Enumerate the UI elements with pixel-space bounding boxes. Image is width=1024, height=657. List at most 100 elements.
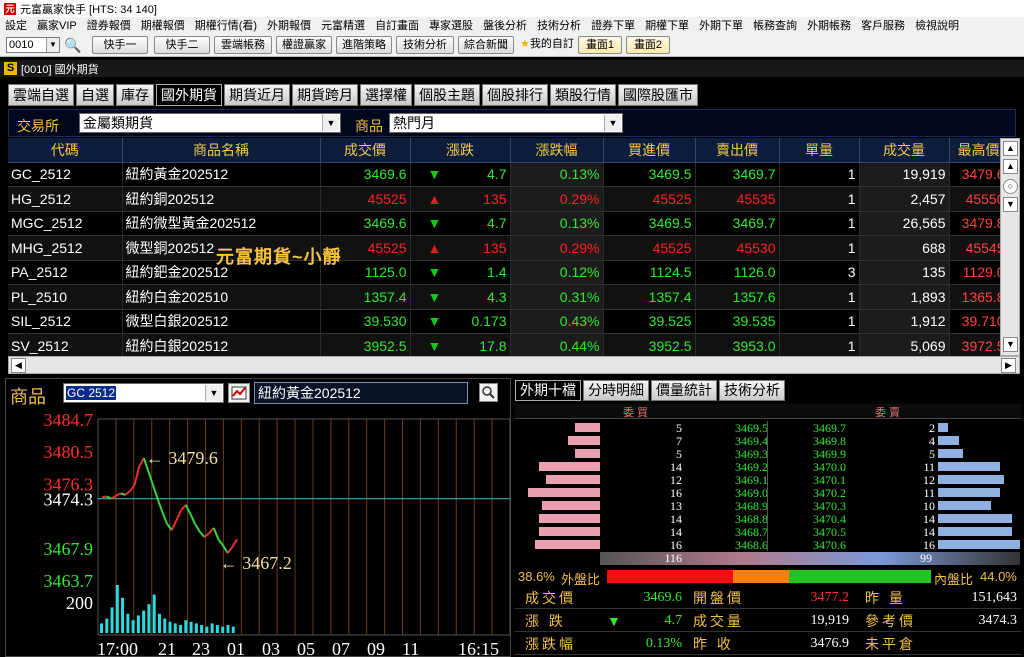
column-header[interactable]: 單量 [779, 138, 860, 163]
cell-change: ▼ 4.7 [410, 211, 511, 236]
tab[interactable]: 庫存 [116, 84, 154, 106]
tab[interactable]: 期貨近月 [224, 84, 290, 106]
bid-header: 委 買 [623, 407, 649, 419]
tab[interactable]: 國外期貨 [156, 84, 222, 106]
chevron-down-icon[interactable]: ▼ [205, 385, 222, 401]
cell-bid: 3952.5 [603, 333, 696, 359]
ask-depth-bar [938, 449, 963, 458]
price-segment [156, 499, 164, 513]
info-label: 漲跌幅 [525, 636, 576, 652]
bid-price[interactable]: 3468.6 [700, 538, 768, 553]
price-segment [101, 495, 107, 499]
tab[interactable]: 選擇權 [360, 84, 412, 106]
column-header[interactable]: 代碼 [8, 138, 123, 163]
volume-bar [231, 626, 235, 633]
column-header[interactable]: 賣出價 [695, 138, 780, 163]
toolbar-button[interactable]: 技術分析 [396, 36, 454, 54]
volume-bar [179, 625, 183, 633]
tab[interactable]: 期貨跨月 [292, 84, 358, 106]
screen-2-button[interactable]: 畫面2 [626, 36, 670, 54]
cell-pct: 0.13% [510, 162, 604, 187]
menu-item[interactable]: 期權下單 [640, 17, 694, 33]
menu-item[interactable]: 技術分析 [532, 17, 586, 33]
chevron-down-icon[interactable]: ▼ [46, 38, 59, 52]
x-tick-label: 09 [367, 639, 385, 657]
table-row[interactable]: GC_2512 紐約黃金202512 3469.6 ▼ 4.7 0.13% 3469.5 34… [8, 162, 1009, 187]
toolbar-button[interactable]: 快手一 [92, 36, 148, 54]
menu-item[interactable]: 設定 [0, 17, 32, 33]
scroll-down-icon[interactable]: ▼ [1003, 197, 1018, 212]
tab[interactable]: 自選 [76, 84, 114, 106]
menu-item[interactable]: 盤後分析 [478, 17, 532, 33]
menu-item[interactable]: 自訂畫面 [370, 17, 424, 33]
x-tick-label: 11 [402, 639, 419, 657]
menu-item[interactable]: 元富精選 [316, 17, 370, 33]
tab[interactable]: 個股主題 [414, 84, 480, 106]
scroll-left-icon[interactable]: ◀ [11, 358, 26, 373]
menu-item[interactable]: 外期報價 [262, 17, 316, 33]
menu-item[interactable]: 贏家VIP [32, 17, 82, 33]
tab[interactable]: 國際股匯市 [618, 84, 698, 106]
menu-item[interactable]: 外期下單 [694, 17, 748, 33]
chevron-down-icon[interactable]: ▼ [322, 115, 339, 131]
stock-code-input[interactable]: 0010 ▼ [6, 37, 60, 53]
menu-item[interactable]: 證券報價 [82, 17, 136, 33]
cell-change: ▲ 135 [410, 235, 511, 261]
scroll-top-icon[interactable]: ▲ [1003, 141, 1018, 156]
volume-bar [105, 618, 109, 633]
exchange-select[interactable]: 金屬類期貨 ▼ [79, 113, 341, 133]
product-select[interactable]: 熱門月 ▼ [389, 113, 623, 133]
scroll-center-icon[interactable]: ○ [1003, 179, 1018, 194]
toolbar-button[interactable]: 綜合新聞 [458, 36, 514, 54]
menu-item[interactable]: 專家選股 [424, 17, 478, 33]
column-header[interactable]: 漲跌 [410, 138, 511, 163]
table-row[interactable]: SIL_2512 微型白銀202512 39.530 ▼ 0.173 0.43% 39.52… [8, 309, 1009, 334]
table-row[interactable]: MHG_2512 微型銅202512 45525 ▲ 135 0.29% 45525 4553… [8, 235, 1009, 261]
tab[interactable]: 個股排行 [482, 84, 548, 106]
detail-tab[interactable]: 外期十檔 [515, 380, 581, 401]
menu-item[interactable]: 客戶服務 [856, 17, 910, 33]
table-row[interactable]: PL_2510 紐約白金202510 1357.4 ▼ 4.3 0.31% 1357.4 13… [8, 284, 1009, 310]
cell-ask: 45535 [695, 186, 780, 212]
detail-tab[interactable]: 分時明細 [583, 380, 649, 401]
cell-volume: 5,069 [859, 333, 950, 359]
product-code-select[interactable]: GC 2512 ▼ [63, 383, 224, 403]
column-header[interactable]: 成交價 [320, 138, 411, 163]
menu-item[interactable]: 證券下單 [586, 17, 640, 33]
table-row[interactable]: SV_2512 紐約白銀202512 3952.5 ▼ 17.8 0.44% 3952.5 3… [8, 333, 1009, 359]
chevron-down-icon[interactable]: ▼ [604, 115, 621, 131]
toolbar-button[interactable]: 權證贏家 [276, 36, 332, 54]
ask-price[interactable]: 3470.6 [778, 538, 846, 553]
my-custom-button[interactable]: ★我的自訂 [520, 36, 576, 54]
column-header[interactable]: 漲跌幅 [510, 138, 604, 163]
tab[interactable]: 類股行情 [550, 84, 616, 106]
horizontal-scrollbar[interactable]: ◀ ▶ [8, 356, 1020, 374]
toolbar-button[interactable]: 雲端帳務 [214, 36, 272, 54]
arrow-down-icon: ▼ [427, 288, 442, 305]
vertical-scrollbar[interactable]: ▲ ▲ ○ ▼ ▼ [1000, 138, 1020, 356]
scroll-up-icon[interactable]: ▲ [1003, 159, 1018, 174]
menu-item[interactable]: 期權報價 [136, 17, 190, 33]
menu-item[interactable]: 檢視說明 [910, 17, 964, 33]
screen-1-button[interactable]: 畫面1 [578, 36, 622, 54]
menu-item[interactable]: 期權行情(看) [190, 17, 262, 33]
table-row[interactable]: MGC_2512 紐約微型黃金202512 3469.6 ▼ 4.7 0.13% 3469.… [8, 211, 1009, 236]
search-icon[interactable]: 🔍 [64, 37, 81, 54]
detail-tab[interactable]: 價量統計 [651, 380, 717, 401]
scroll-bottom-icon[interactable]: ▼ [1003, 337, 1018, 352]
column-header[interactable]: 商品名稱 [122, 138, 321, 163]
menu-item[interactable]: 帳務查詢 [748, 17, 802, 33]
search-icon[interactable] [479, 383, 498, 402]
table-row[interactable]: HG_2512 紐約銅202512 45525 ▲ 135 0.29% 45525 45535… [8, 186, 1009, 212]
tab[interactable]: 雲端自選 [8, 84, 74, 106]
scroll-right-icon[interactable]: ▶ [1001, 358, 1016, 373]
table-row[interactable]: PA_2512 紐約鈀金202512 1125.0 ▼ 1.4 0.12% 1124.5 11… [8, 260, 1009, 285]
chart-settings-icon[interactable] [228, 383, 250, 403]
menu-item[interactable]: 外期帳務 [802, 17, 856, 33]
toolbar-button[interactable]: 快手二 [154, 36, 210, 54]
column-header[interactable]: 成交量 [859, 138, 950, 163]
detail-tab[interactable]: 技術分析 [719, 380, 785, 401]
table-body: GC_2512 紐約黃金202512 3469.6 ▼ 4.7 0.13% 3469.5 34… [8, 162, 1009, 359]
toolbar-button[interactable]: 進階策略 [336, 36, 392, 54]
column-header[interactable]: 買進價 [603, 138, 696, 163]
